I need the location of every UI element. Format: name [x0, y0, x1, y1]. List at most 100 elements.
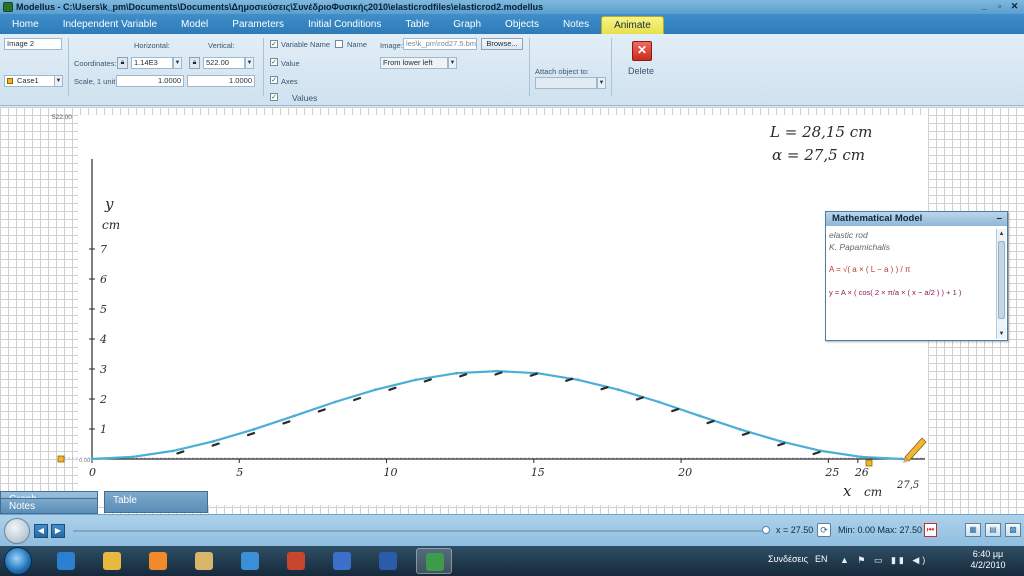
math-model-titlebar[interactable]: Mathematical Model – [826, 212, 1007, 226]
menu-notes[interactable]: Notes [551, 16, 601, 34]
animation-workspace[interactable]: 522.00 0 5 10 15 20 25 26 1 2 3 4 5 6 7 L = 28,15 cm … [0, 107, 1024, 514]
restore-button[interactable]: ▫ [994, 1, 1005, 12]
layout-view-button-2[interactable]: ▤ [985, 523, 1001, 537]
menu-initial-conditions[interactable]: Initial Conditions [296, 16, 393, 34]
case-select[interactable]: Case1 [4, 75, 56, 87]
taskbar-app-word[interactable] [370, 548, 406, 574]
explorer-icon [103, 552, 121, 570]
x-tick-label: 0 [89, 466, 96, 479]
tray-connections-label: Συνδέσεις [768, 554, 808, 564]
math-model-minimize-button[interactable]: – [996, 212, 1002, 226]
rod-photo-mark [741, 431, 750, 436]
menu-table[interactable]: Table [393, 16, 441, 34]
value-checkbox[interactable]: ✓ [270, 93, 278, 101]
reset-button[interactable]: ⏮ [924, 523, 937, 537]
scroll-thumb[interactable] [998, 241, 1005, 319]
model-curve-point [738, 427, 742, 431]
delete-button[interactable]: ✕ [632, 41, 652, 61]
scroll-up-icon[interactable]: ▲ [997, 229, 1006, 239]
model-curve-point [900, 457, 904, 461]
model-curve-point [414, 378, 418, 382]
scroll-down-icon[interactable]: ▼ [997, 329, 1006, 339]
end-handle[interactable] [865, 459, 873, 467]
step-back-button[interactable]: ◀ [34, 524, 48, 538]
menu-model[interactable]: Model [169, 16, 220, 34]
model-curve-point [131, 455, 134, 459]
taskbar-app-globe[interactable] [324, 548, 360, 574]
mathematical-model-window[interactable]: Mathematical Model – elastic rod K. Papa… [825, 211, 1008, 341]
origin-select[interactable]: From lower left [380, 57, 448, 69]
model-curve-point [333, 400, 337, 404]
rod-photo-mark [176, 450, 185, 455]
attach-dropdown-arrow[interactable]: ▼ [597, 77, 606, 89]
horizontal-coordinate-input[interactable]: 1.14E3 [131, 57, 173, 69]
notes-panel-tab[interactable]: Notes [0, 498, 98, 514]
scale-horizontal-input[interactable]: 1.0000 [116, 75, 184, 87]
lock-vertical-icon[interactable]: 🔒︎ [189, 57, 200, 69]
menu-graph[interactable]: Graph [441, 16, 493, 34]
lock-horizontal-icon[interactable]: 🔒︎ [117, 57, 128, 69]
case-dropdown-arrow[interactable]: ▼ [54, 75, 63, 87]
menu-animate[interactable]: Animate [601, 16, 664, 34]
tray-icons[interactable]: ▲ ⚑ ▭ ▮▮ ◀) [840, 555, 928, 566]
vertical-coordinate-input[interactable]: 522.00 [203, 57, 245, 69]
clock[interactable]: 6:40 μμ 4/2/2010 [962, 549, 1014, 571]
value-checkbox-visible[interactable]: ✓ [270, 58, 278, 66]
browse-button[interactable]: Browse... [481, 38, 523, 50]
origin-dropdown-arrow[interactable]: ▼ [448, 57, 457, 69]
vertical-dropdown-arrow[interactable]: ▼ [245, 57, 254, 69]
menu-home[interactable]: Home [0, 16, 51, 34]
taskbar-app-media[interactable] [140, 548, 176, 574]
math-model-scrollbar[interactable]: ▲ ▼ [996, 229, 1006, 339]
start-button[interactable] [4, 547, 32, 575]
menu-objects[interactable]: Objects [493, 16, 551, 34]
attach-select[interactable] [535, 77, 597, 89]
name-checkbox[interactable] [335, 40, 343, 48]
modellus-icon [426, 553, 444, 571]
layout-view-button-1[interactable]: ▦ [965, 523, 981, 537]
origin-handle[interactable] [57, 455, 65, 463]
folder-icon [195, 552, 213, 570]
variable-name-checkbox[interactable]: ✓ [270, 40, 278, 48]
scale-vertical-input[interactable]: 1.0000 [187, 75, 255, 87]
axes-checkbox[interactable]: ✓ [270, 76, 278, 84]
variable-name-label: Variable Name [281, 40, 331, 49]
play-button[interactable] [4, 518, 30, 544]
object-name-field[interactable]: Image 2 [4, 38, 62, 50]
menu-independent-variable[interactable]: Independent Variable [51, 16, 169, 34]
horizontal-dropdown-arrow[interactable]: ▼ [173, 57, 182, 69]
taskbar-app-sync[interactable] [232, 548, 268, 574]
time-slider-thumb[interactable] [762, 526, 770, 534]
close-button[interactable]: ✕ [1009, 1, 1020, 12]
taskbar-app-folder[interactable] [186, 548, 222, 574]
axes-checkbox-label: Axes [281, 77, 298, 86]
value-checkbox-label: Value [281, 59, 300, 68]
minimize-button[interactable]: _ [979, 1, 990, 12]
delete-group: ✕ Delete [612, 34, 674, 106]
image-path-field[interactable]: les\k_pm\rod27.5.bmp [403, 38, 477, 50]
step-forward-button[interactable]: ▶ [51, 524, 65, 538]
model-author-line: K. Papamichalis [829, 242, 890, 252]
model-curve-point [212, 439, 215, 443]
model-curve-point [455, 371, 458, 375]
window-title: Modellus - C:\Users\k_pm\Documents\Docum… [16, 2, 544, 12]
rod-photo-mark [317, 408, 326, 413]
rod-photo-mark [246, 432, 256, 437]
panel-tabs: Graph Notes Table [0, 490, 210, 514]
table-panel-tab[interactable]: Table [104, 491, 208, 513]
y-axis-unit: cm [102, 218, 120, 232]
taskbar-app-tools[interactable] [278, 548, 314, 574]
taskbar-app-explorer[interactable] [94, 548, 130, 574]
rod-photo-mark [777, 442, 786, 447]
menu-parameters[interactable]: Parameters [220, 16, 296, 34]
taskbar-app-modellus[interactable] [416, 548, 452, 574]
layout-view-button-3[interactable]: ▩ [1005, 523, 1021, 537]
rod-photo-mark [671, 408, 680, 413]
taskbar-app-ie[interactable] [48, 548, 84, 574]
math-model-editor[interactable]: elastic rod K. Papamichalis A = √( a × (… [829, 229, 995, 337]
replay-button[interactable]: ⟳ [817, 523, 831, 537]
clock-date: 4/2/2010 [970, 560, 1006, 570]
model-curve-point [698, 414, 701, 418]
language-indicator[interactable]: EN [815, 554, 828, 564]
time-slider-track[interactable] [73, 530, 768, 532]
